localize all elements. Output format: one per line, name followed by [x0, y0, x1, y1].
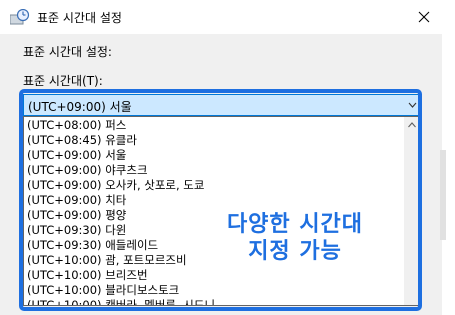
hidden-button-edge: [440, 150, 446, 240]
list-item[interactable]: (UTC+10:00) 브리즈번: [27, 268, 148, 283]
timezone-settings-window: 표준 시간대 설정 표준 시간대 설정: 표준 시간대(T): (UTC+09:…: [0, 0, 455, 315]
clock-globe-icon: [9, 8, 30, 25]
timezone-field-label: 표준 시간대(T):: [23, 74, 103, 88]
list-item[interactable]: (UTC+10:00) 괌, 포트모르즈비: [27, 253, 187, 268]
list-scrollbar[interactable]: [404, 117, 419, 305]
list-item[interactable]: (UTC+10:00) 캔버라, 멜버른, 시드니: [27, 298, 215, 305]
list-item[interactable]: (UTC+09:00) 치타: [27, 193, 126, 208]
combobox-selected-value: (UTC+09:00) 서울: [28, 100, 132, 114]
list-item[interactable]: (UTC+08:45) 유클라: [27, 133, 137, 148]
section-label: 표준 시간대 설정:: [23, 45, 112, 59]
list-item[interactable]: (UTC+09:00) 오사카, 삿포로, 도쿄: [27, 178, 204, 193]
annotation-text-line2: 지정 가능: [248, 239, 342, 264]
timezone-combobox[interactable]: (UTC+09:00) 서울: [23, 94, 420, 116]
list-item[interactable]: (UTC+09:00) 야쿠츠크: [27, 163, 148, 178]
list-item[interactable]: (UTC+09:00) 서울: [27, 148, 126, 163]
list-item[interactable]: (UTC+09:30) 애들레이드: [27, 238, 158, 253]
close-icon[interactable]: [406, 0, 442, 34]
chevron-down-icon[interactable]: [408, 98, 417, 112]
list-item[interactable]: (UTC+08:00) 퍼스: [27, 118, 126, 133]
list-item[interactable]: (UTC+09:00) 평양: [27, 208, 126, 223]
list-item[interactable]: (UTC+09:30) 다윈: [27, 223, 126, 238]
window-title: 표준 시간대 설정: [37, 11, 122, 25]
title-bar: 표준 시간대 설정: [0, 0, 455, 34]
list-item[interactable]: (UTC+10:00) 블라디보스토크: [27, 283, 179, 298]
scroll-up-arrow-icon[interactable]: [408, 121, 416, 130]
